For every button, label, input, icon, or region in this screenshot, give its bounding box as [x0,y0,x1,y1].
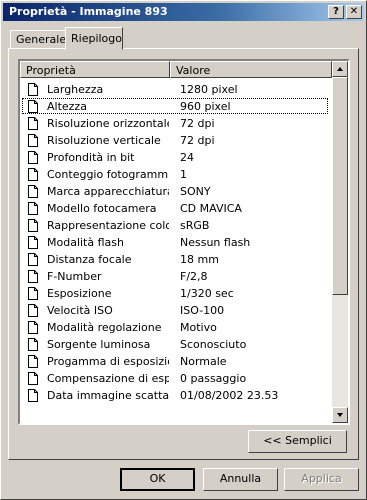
property-name: F-Number [47,270,102,283]
list-item[interactable]: Larghezza 1280 pixel [20,81,330,98]
property-name: Risoluzione verticale [47,134,161,147]
list-item[interactable]: Sorgente luminosa Sconosciuto [20,336,330,353]
document-icon [28,321,38,334]
document-icon [28,270,38,283]
tab-label: Generale [16,33,67,46]
list-item[interactable]: Modalità regolazione Motivo [20,319,330,336]
property-name: Modalità flash [47,236,124,249]
property-value: Motivo [180,321,217,334]
property-value: 1280 pixel [180,83,238,96]
property-value: Nessun flash [180,236,251,249]
cancel-button[interactable]: Annulla [203,468,278,491]
list-item[interactable]: Velocità ISO ISO-100 [20,302,330,319]
scroll-down-button[interactable] [332,407,348,423]
property-name: Risoluzione orizzontale [47,117,169,130]
properties-list[interactable]: Proprietà Valore Larghezza 1280 pixel Alte… [18,59,350,425]
property-name: Conteggio fotogrammi [47,168,169,181]
list-item[interactable]: Compensazione di espo... 0 passaggio [20,370,330,387]
property-name: Data immagine scattata [47,389,169,402]
tab-label: Riepilogo [71,32,123,45]
property-name: Rappresentazione colore [47,219,169,232]
property-value: ISO-100 [180,304,225,317]
document-icon [28,338,38,351]
list-item[interactable]: Modello fotocamera CD MAVICA [20,200,330,217]
property-name: Esposizione [47,287,112,300]
document-icon [28,134,38,147]
property-name: Sorgente luminosa [47,338,151,351]
document-icon [28,83,38,96]
property-name: Progamma di esposizione [47,355,169,368]
property-name: Marca apparecchiatura [47,185,169,198]
apply-button[interactable]: Applica [284,468,359,491]
property-value: 1 [180,168,187,181]
ok-button[interactable]: OK [120,468,195,491]
property-value: 24 [180,151,194,164]
document-icon [28,168,38,181]
property-value: SONY [180,185,211,198]
list-item[interactable]: Distanza focale 18 mm [20,251,330,268]
list-item[interactable]: Progamma di esposizione Normale [20,353,330,370]
property-name: Larghezza [47,83,104,96]
document-icon [28,372,38,385]
arrow-down-icon [337,413,343,417]
list-item[interactable]: Modalità flash Nessun flash [20,234,330,251]
property-name: Modalità regolazione [47,321,162,334]
property-value: Normale [180,355,227,368]
column-header-property[interactable]: Proprietà [20,61,170,78]
document-icon [28,202,38,215]
window-title: Proprietà - Immagine 893 [9,5,168,18]
property-name: Compensazione di espo... [47,372,169,385]
document-icon [28,117,38,130]
scroll-thumb[interactable] [332,77,348,295]
document-icon [28,219,38,232]
property-value: F/2,8 [180,270,208,283]
column-header-value[interactable]: Valore [170,61,332,78]
document-icon [28,355,38,368]
tab-generale[interactable]: Generale [10,30,66,48]
property-name: Distanza focale [47,253,132,266]
property-name: Modello fotocamera [47,202,157,215]
property-value: CD MAVICA [180,202,242,215]
list-item[interactable]: Rappresentazione colore sRGB [20,217,330,234]
list-item[interactable]: Risoluzione verticale 72 dpi [20,132,330,149]
list-item[interactable]: Profondità in bit 24 [20,149,330,166]
property-value: 72 dpi [180,134,215,147]
document-icon [28,185,38,198]
document-icon [28,287,38,300]
close-button[interactable]: ✕ [346,5,362,19]
property-value: Sconosciuto [180,338,247,351]
scroll-up-button[interactable] [332,61,348,77]
property-value: 72 dpi [180,117,215,130]
document-icon [28,236,38,249]
list-item[interactable]: Marca apparecchiatura SONY [20,183,330,200]
property-value: 18 mm [180,253,219,266]
list-item[interactable]: Altezza 960 pixel [20,98,330,115]
property-name: Altezza [47,100,87,113]
list-item[interactable]: Esposizione 1/320 sec [20,285,330,302]
list-item[interactable]: Data immagine scattata 01/08/2002 23.53 [20,387,330,404]
help-icon: ? [333,6,339,17]
property-name: Profondità in bit [47,151,135,164]
vertical-scrollbar[interactable] [332,61,348,423]
list-item[interactable]: Risoluzione orizzontale 72 dpi [20,115,330,132]
list-item[interactable]: F-Number F/2,8 [20,268,330,285]
document-icon [28,389,38,402]
document-icon [28,253,38,266]
document-icon [28,100,38,113]
simple-view-button[interactable]: << Semplici [248,430,347,453]
property-value: 960 pixel [180,100,231,113]
title-bar[interactable]: Proprietà - Immagine 893 ? ✕ [3,3,364,21]
property-name: Velocità ISO [47,304,113,317]
property-value: sRGB [180,219,210,232]
property-value: 0 passaggio [180,372,247,385]
arrow-up-icon [337,67,343,71]
tab-riepilogo[interactable]: Riepilogo [65,27,123,50]
list-item[interactable]: Conteggio fotogrammi 1 [20,166,330,183]
help-button[interactable]: ? [328,5,344,19]
property-value: 1/320 sec [180,287,234,300]
document-icon [28,304,38,317]
document-icon [28,151,38,164]
close-icon: ✕ [349,6,359,17]
property-value: 01/08/2002 23.53 [180,389,279,402]
